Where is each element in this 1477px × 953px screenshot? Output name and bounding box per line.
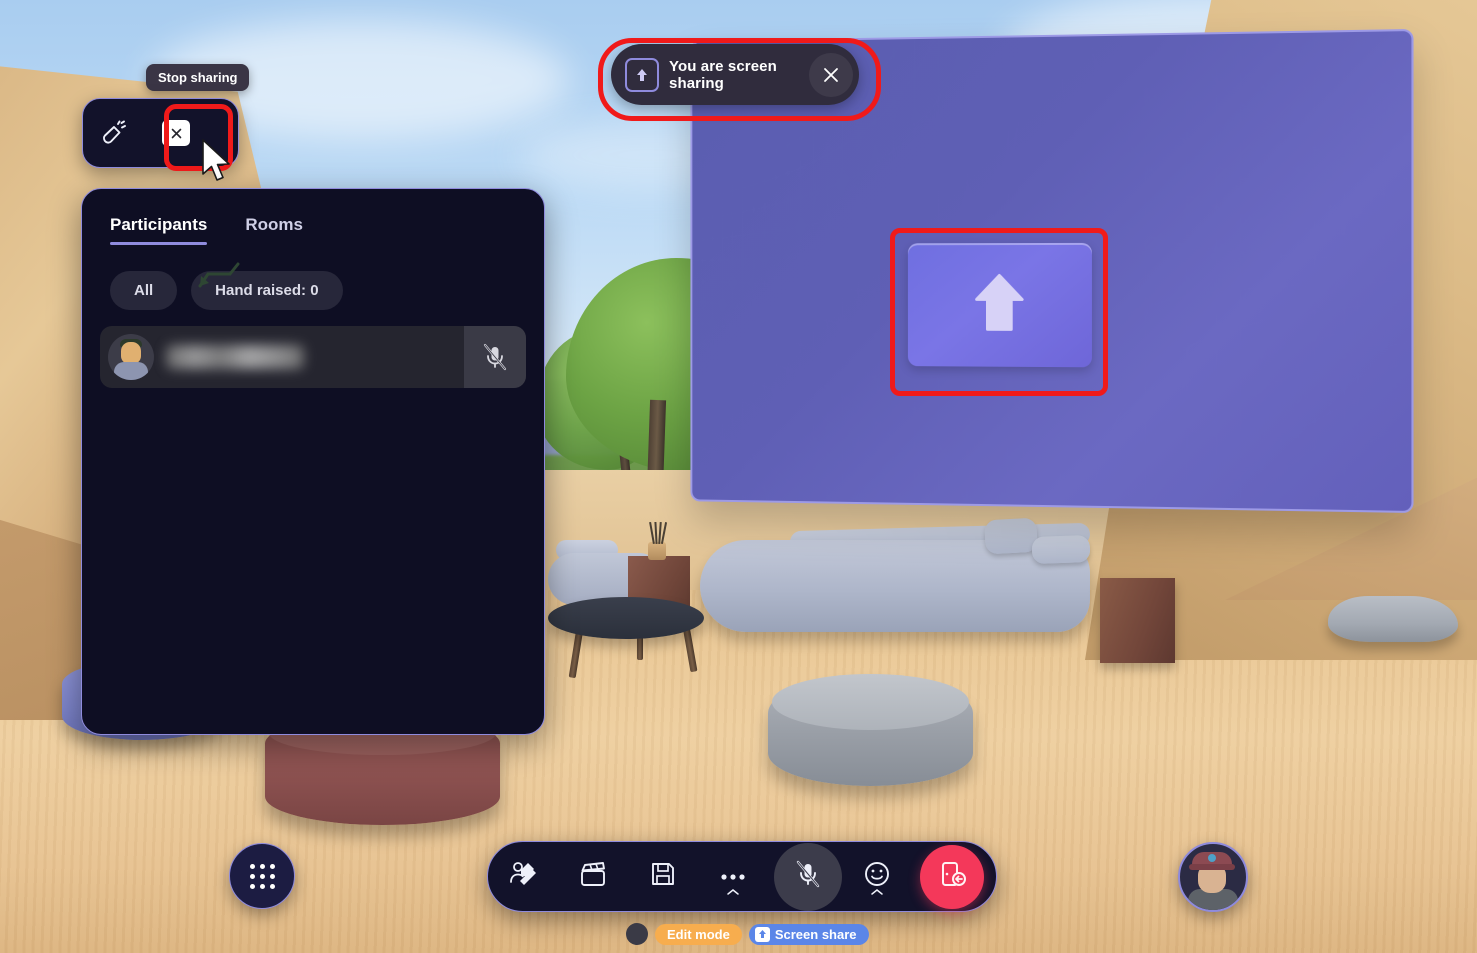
screen-share-up-arrow-icon — [754, 926, 770, 942]
status-badge-screen-share-label: Screen share — [774, 926, 857, 942]
avatar-edit-button[interactable] — [488, 842, 558, 911]
filter-chip-all[interactable]: All — [110, 271, 178, 310]
sofa-pillow — [1031, 534, 1091, 565]
close-icon[interactable] — [809, 52, 853, 97]
sofa-pillow — [984, 517, 1038, 555]
avatar — [108, 334, 154, 380]
gray-ottoman — [768, 674, 973, 786]
leave-meeting-button[interactable] — [920, 844, 984, 909]
wooden-block-stool — [1100, 578, 1175, 663]
participants-panel: Participants Rooms All Hand raised: 0 — [81, 188, 545, 735]
up-arrow-icon — [973, 271, 1026, 338]
coffee-table — [548, 597, 704, 639]
leave-door-icon — [937, 859, 967, 894]
apps-grid-button[interactable] — [229, 843, 295, 909]
floppy-save-icon — [649, 860, 677, 893]
pointer-arrow-icon — [196, 256, 250, 297]
chevron-up-icon — [870, 883, 884, 901]
participant-row[interactable] — [100, 326, 526, 388]
tab-participants[interactable]: Participants — [110, 215, 208, 245]
panel-tabs: Participants Rooms — [82, 189, 544, 245]
self-avatar-button[interactable] — [1178, 842, 1248, 912]
megaphone-icon[interactable] — [83, 99, 145, 167]
status-badge-edit-mode[interactable]: Edit mode — [655, 923, 742, 945]
stop-sharing-close-button[interactable] — [145, 99, 207, 167]
status-badge-row: Edit mode Screen share — [626, 923, 869, 945]
banner-text: You are screen sharing — [669, 57, 777, 92]
decor-sticks — [649, 521, 667, 545]
tab-rooms[interactable]: Rooms — [245, 215, 303, 245]
participant-list — [82, 310, 544, 388]
avatar-edit-icon — [508, 859, 538, 894]
microphone-button[interactable] — [774, 842, 842, 911]
microphone-muted-icon[interactable] — [464, 326, 526, 388]
clapperboard-icon — [578, 860, 608, 893]
status-indicator-dot — [626, 923, 648, 945]
reactions-button[interactable] — [842, 842, 912, 911]
screen-share-placeholder[interactable] — [907, 242, 1092, 368]
screen-share-up-arrow-icon — [625, 57, 659, 92]
more-options-button[interactable] — [698, 842, 768, 911]
stop-sharing-tooltip: Stop sharing — [146, 64, 250, 91]
save-button[interactable] — [628, 842, 698, 911]
virtual-meeting-stage: You are screen sharing Stop sharing Part… — [0, 0, 1477, 953]
decorative-rock — [1328, 596, 1458, 642]
microphone-muted-icon — [793, 859, 823, 894]
status-badge-screen-share[interactable]: Screen share — [748, 923, 869, 945]
status-badge-edit-mode-label: Edit mode — [667, 926, 730, 942]
close-icon[interactable] — [162, 120, 190, 146]
main-toolbar — [487, 841, 997, 912]
participant-name-redacted — [166, 345, 304, 369]
mouse-cursor-icon — [200, 138, 236, 189]
apps-grid-icon — [249, 863, 275, 889]
participant-filters: All Hand raised: 0 — [82, 245, 544, 310]
clapperboard-button[interactable] — [558, 842, 628, 911]
screen-sharing-banner: You are screen sharing — [611, 44, 859, 105]
vase — [648, 542, 666, 560]
chevron-up-icon — [726, 883, 740, 901]
